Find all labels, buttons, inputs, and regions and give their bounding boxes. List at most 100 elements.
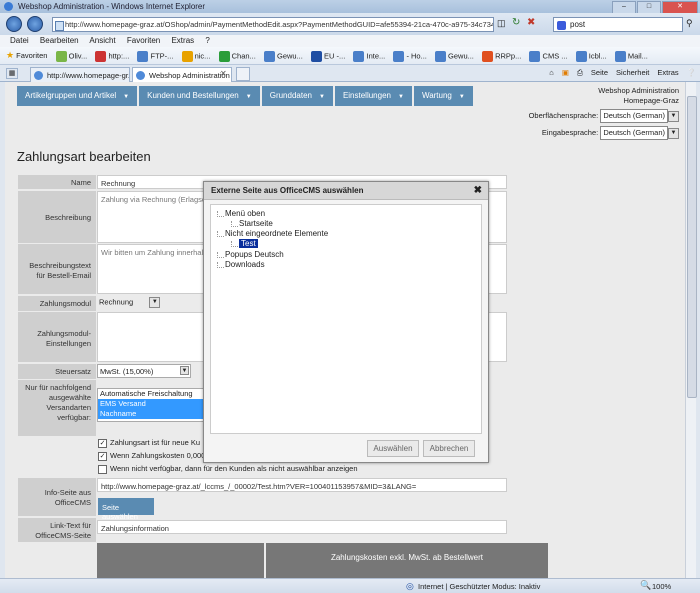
refresh-icon[interactable]: ↻: [512, 17, 520, 28]
menu-sicherheit[interactable]: Sicherheit: [616, 68, 649, 78]
page-icon: [34, 71, 43, 80]
chevron-down-icon[interactable]: ▼: [149, 297, 161, 308]
home-icon[interactable]: ⌂: [549, 68, 554, 78]
help-icon[interactable]: ❔: [687, 68, 696, 78]
print-icon[interactable]: ⎙: [577, 68, 583, 78]
menu-seite[interactable]: Seite: [591, 68, 608, 78]
compat-icon[interactable]: ◫: [497, 18, 506, 29]
menu-extras-cmd[interactable]: Extras: [657, 68, 678, 78]
module-settings-label: Zahlungsmodul-Einstellungen: [18, 312, 96, 362]
fav-label: FTP-...: [150, 51, 174, 60]
description-label: Beschreibung: [18, 191, 96, 243]
fav-item[interactable]: Gewu...: [434, 50, 474, 62]
nav-label: Artikelgruppen und Artikel: [25, 91, 117, 100]
check-new-customers[interactable]: ✓: [98, 438, 107, 448]
shipping-option[interactable]: Automatische Freischaltung: [98, 389, 204, 399]
tree-node-startseite[interactable]: Startseite: [231, 219, 273, 228]
search-input[interactable]: post: [553, 17, 683, 32]
tree-label-selected: Test: [239, 239, 258, 248]
site-icon: [529, 50, 541, 62]
menu-extras[interactable]: Extras: [171, 36, 194, 45]
tree-label: Menü oben: [225, 209, 266, 218]
fav-item[interactable]: FTP-...: [137, 50, 174, 62]
shipping-option[interactable]: Nachname: [98, 409, 204, 419]
zoom-level[interactable]: 100%: [652, 582, 671, 591]
window-titlebar: Webshop Administration - Windows Interne…: [0, 0, 700, 13]
tree-label: Popups Deutsch: [225, 250, 284, 259]
check-zero-costs[interactable]: ✓: [98, 451, 107, 461]
check-not-available[interactable]: [98, 464, 107, 474]
tree-node-menu-oben[interactable]: Menü oben: [217, 209, 265, 218]
fav-item[interactable]: - Ho...: [393, 50, 427, 62]
fav-item[interactable]: CMS ...: [529, 50, 568, 62]
stop-icon[interactable]: ✖: [527, 17, 535, 28]
fav-item[interactable]: EU -...: [310, 50, 345, 62]
menu-favoriten[interactable]: Favoriten: [127, 36, 160, 45]
site-icon: [137, 50, 149, 62]
chevron-down-icon[interactable]: ▼: [668, 127, 679, 139]
fav-label: Oliv...: [68, 51, 88, 60]
menu-bar: Datei Bearbeiten Ansicht Favoriten Extra…: [0, 35, 700, 47]
close-icon[interactable]: ✖: [474, 185, 482, 196]
fav-item[interactable]: Icbl...: [575, 50, 607, 62]
link-text-field[interactable]: Zahlungsinformation: [97, 520, 507, 534]
tax-label: Steuersatz: [18, 364, 96, 379]
menu-datei[interactable]: Datei: [10, 36, 29, 45]
address-url: http://www.homepage-graz.at/OShop/admin/…: [65, 20, 494, 29]
close-tab-icon[interactable]: ✕: [220, 69, 227, 78]
shipping-option[interactable]: EMS Versand: [98, 399, 204, 409]
nav-grunddaten[interactable]: Grunddaten ▼: [261, 86, 333, 106]
forward-button[interactable]: [27, 16, 43, 32]
select-button[interactable]: Auswählen: [367, 440, 419, 457]
nav-einstellungen[interactable]: Einstellungen ▼: [334, 86, 412, 106]
quick-tabs-icon[interactable]: ▦: [6, 68, 18, 79]
site-icon: [393, 50, 405, 62]
name-label: Name: [18, 175, 96, 189]
new-tab-button[interactable]: [236, 67, 250, 81]
feeds-icon[interactable]: ▣: [562, 68, 569, 78]
fav-item[interactable]: Chan...: [218, 50, 256, 62]
shipping-list[interactable]: Automatische Freischaltung EMS Versand N…: [97, 388, 205, 422]
nav-wartung[interactable]: Wartung ▼: [413, 86, 473, 106]
cancel-button[interactable]: Abbrechen: [423, 440, 475, 457]
chevron-down-icon[interactable]: ▼: [668, 110, 679, 122]
tree-node-popups[interactable]: Popups Deutsch: [217, 250, 284, 259]
tax-select[interactable]: MwSt. (15,00%) ▼: [97, 364, 191, 378]
info-page-field[interactable]: http://www.homepage-graz.at/_lccms_/_000…: [97, 478, 507, 492]
check-not-available-label: Wenn nicht verfügbar, dann für den Kunde…: [110, 464, 358, 473]
chevron-down-icon[interactable]: ▼: [180, 366, 189, 375]
input-lang-row: Eingabesprache: Deutsch (German) ▼: [529, 126, 679, 140]
tab-webshop[interactable]: Webshop Administration: [132, 67, 232, 82]
module-select[interactable]: Rechnung ▼: [99, 297, 161, 308]
fav-item[interactable]: http:...: [95, 50, 129, 62]
site-icon: [434, 50, 446, 62]
fav-item[interactable]: Inte...: [353, 50, 385, 62]
tab-label: http://www.homepage-gr...: [47, 71, 130, 80]
favorites-button[interactable]: ★ Favoriten: [6, 50, 47, 61]
page-scrollbar[interactable]: [685, 82, 697, 578]
input-lang-select[interactable]: Deutsch (German): [600, 126, 668, 140]
menu-ansicht[interactable]: Ansicht: [89, 36, 115, 45]
nav-kunden[interactable]: Kunden und Bestellungen ▼: [139, 86, 260, 106]
tree-node-test[interactable]: Test: [231, 239, 258, 248]
menu-help[interactable]: ?: [205, 36, 209, 45]
favorites-label: Favoriten: [16, 51, 48, 60]
fav-item[interactable]: Mail...: [614, 50, 648, 62]
menu-bearbeiten[interactable]: Bearbeiten: [40, 36, 79, 45]
scrollbar-thumb[interactable]: [687, 96, 697, 398]
tree-node-nicht-eingeordnet[interactable]: Nicht eingeordnete Elemente: [217, 229, 328, 238]
search-icon[interactable]: ⚲: [686, 18, 693, 29]
fav-item[interactable]: Gewu...: [263, 50, 303, 62]
back-button[interactable]: [6, 16, 22, 32]
tree-node-downloads[interactable]: Downloads: [217, 260, 265, 269]
nav-label: Einstellungen: [342, 91, 391, 100]
tab-homepage[interactable]: http://www.homepage-gr...: [30, 67, 130, 82]
nav-artikelgruppen[interactable]: Artikelgruppen und Artikel ▼: [17, 86, 138, 106]
select-page-button[interactable]: Seite auswählen: [98, 498, 154, 521]
fav-label: Chan...: [231, 51, 256, 60]
address-bar[interactable]: http://www.homepage-graz.at/OShop/admin/…: [52, 17, 494, 32]
ui-lang-select[interactable]: Deutsch (German): [600, 109, 668, 123]
fav-item[interactable]: nic...: [181, 50, 210, 62]
fav-item[interactable]: Oliv...: [55, 50, 88, 62]
fav-item[interactable]: RRPp...: [481, 50, 521, 62]
